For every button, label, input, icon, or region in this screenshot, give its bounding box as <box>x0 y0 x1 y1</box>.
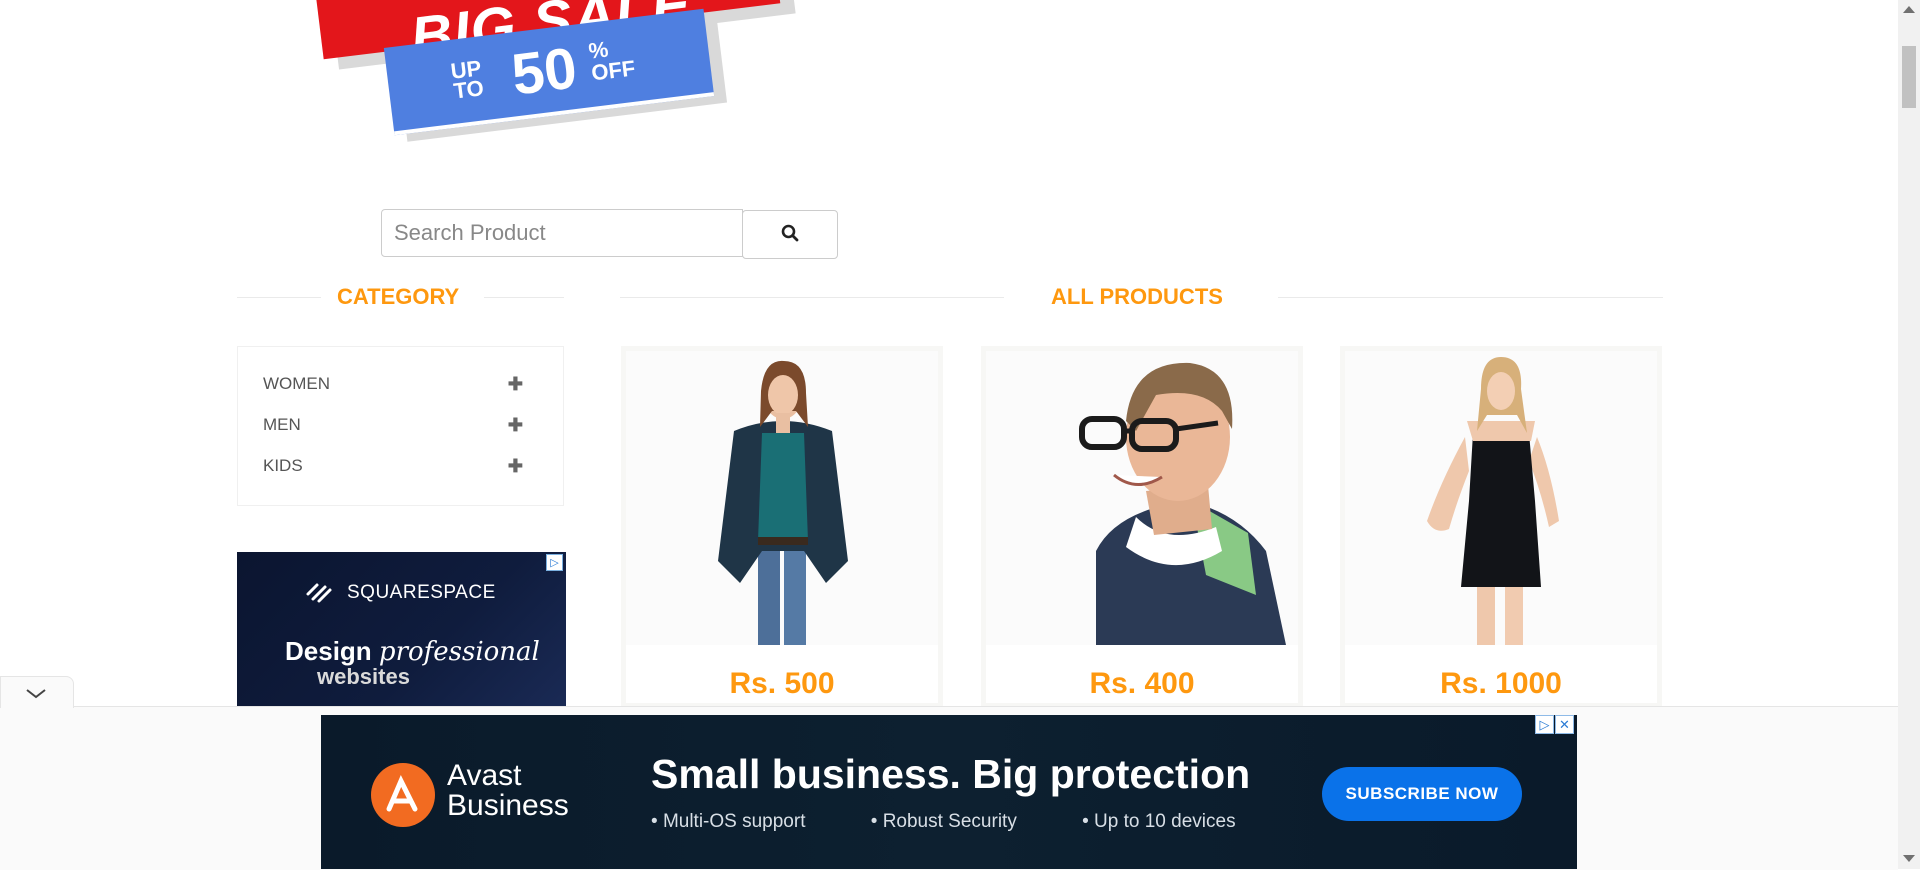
product-image[interactable] <box>986 351 1298 645</box>
scrollbar-thumb[interactable] <box>1902 46 1916 108</box>
search-bar <box>381 209 838 259</box>
product-price: Rs. 1000 <box>1440 667 1562 700</box>
ad-tagline-b: professional <box>378 637 540 667</box>
product-price: Rs. 400 <box>1089 667 1195 700</box>
product-card[interactable]: Rs. 400 <box>981 346 1303 708</box>
product-image[interactable] <box>626 351 938 645</box>
avast-brand-line2: Business <box>447 789 569 822</box>
ad-bullet: Up to 10 devices <box>1094 811 1236 832</box>
category-title: CATEGORY <box>337 284 460 309</box>
products-title-line-right <box>1278 297 1663 298</box>
banner-discount-value: 50 <box>508 35 581 108</box>
squarespace-logo-icon <box>306 583 332 603</box>
subscribe-now-button[interactable]: SUBSCRIBE NOW <box>1322 767 1522 821</box>
page-scrollbar[interactable] <box>1898 0 1920 869</box>
product-image[interactable] <box>1345 351 1657 645</box>
squarespace-ad[interactable]: SQUARESPACE Design professional websites… <box>237 552 566 708</box>
scroll-down-arrow-icon[interactable] <box>1903 855 1915 862</box>
ad-bullet: Multi-OS support <box>662 811 806 832</box>
search-button[interactable] <box>742 210 838 259</box>
category-item-women[interactable]: WOMEN ✚ <box>263 374 548 404</box>
products-title: ALL PRODUCTS <box>1051 284 1223 309</box>
woman-black-dress-image <box>1427 357 1559 645</box>
adchoices-icon[interactable]: ▷ <box>546 554 563 571</box>
avast-logo-icon <box>371 763 435 827</box>
category-item-label: MEN <box>263 415 301 434</box>
banner-off-text: % OFF <box>587 35 637 86</box>
ad-headline: Small business. Big protection <box>651 751 1251 797</box>
collapse-ad-button[interactable] <box>0 676 74 708</box>
product-card[interactable]: Rs. 500 <box>621 346 943 708</box>
avast-ad[interactable]: Avast Business Small business. Big prote… <box>321 715 1577 869</box>
search-input[interactable] <box>381 209 743 257</box>
banner-off: OFF <box>589 55 637 86</box>
avast-brand: Avast Business <box>447 761 569 821</box>
chevron-down-icon <box>26 689 46 699</box>
man-polo-image <box>1079 362 1286 645</box>
product-price: Rs. 500 <box>729 667 835 700</box>
ad-tagline: Design professional <box>285 636 540 667</box>
ad-bullet: Robust Security <box>882 811 1017 832</box>
avast-brand-line1: Avast <box>447 759 522 792</box>
close-ad-icon[interactable]: ✕ <box>1555 715 1574 734</box>
category-list: WOMEN ✚ MEN ✚ KIDS ✚ <box>237 346 564 506</box>
plus-icon[interactable]: ✚ <box>508 456 523 477</box>
plus-icon[interactable]: ✚ <box>508 374 523 395</box>
plus-icon[interactable]: ✚ <box>508 415 523 436</box>
ad-tagline-line2: websites <box>317 664 410 689</box>
products-title-line-left <box>620 297 1004 298</box>
category-item-men[interactable]: MEN ✚ <box>263 415 548 445</box>
banner-to: TO <box>452 75 486 104</box>
ad-bullets: • Multi-OS support • Robust Security • U… <box>651 811 1236 832</box>
ad-tagline-a: Design <box>285 636 372 666</box>
category-item-label: KIDS <box>263 456 303 475</box>
woman-cardigan-image <box>718 360 848 645</box>
squarespace-brand: SQUARESPACE <box>347 582 496 603</box>
category-item-kids[interactable]: KIDS ✚ <box>263 456 548 486</box>
sale-banner: BIG SALE UP TO 50 % OFF <box>300 0 800 136</box>
category-title-line-right <box>484 297 564 298</box>
category-title-line-left <box>237 297 321 298</box>
scroll-up-arrow-icon[interactable] <box>1903 6 1915 13</box>
adchoices-icon[interactable]: ▷ <box>1535 715 1554 734</box>
banner-upto-text: UP TO <box>449 55 486 104</box>
search-icon <box>781 224 799 242</box>
category-item-label: WOMEN <box>263 374 331 393</box>
product-card[interactable]: Rs. 1000 <box>1340 346 1662 708</box>
